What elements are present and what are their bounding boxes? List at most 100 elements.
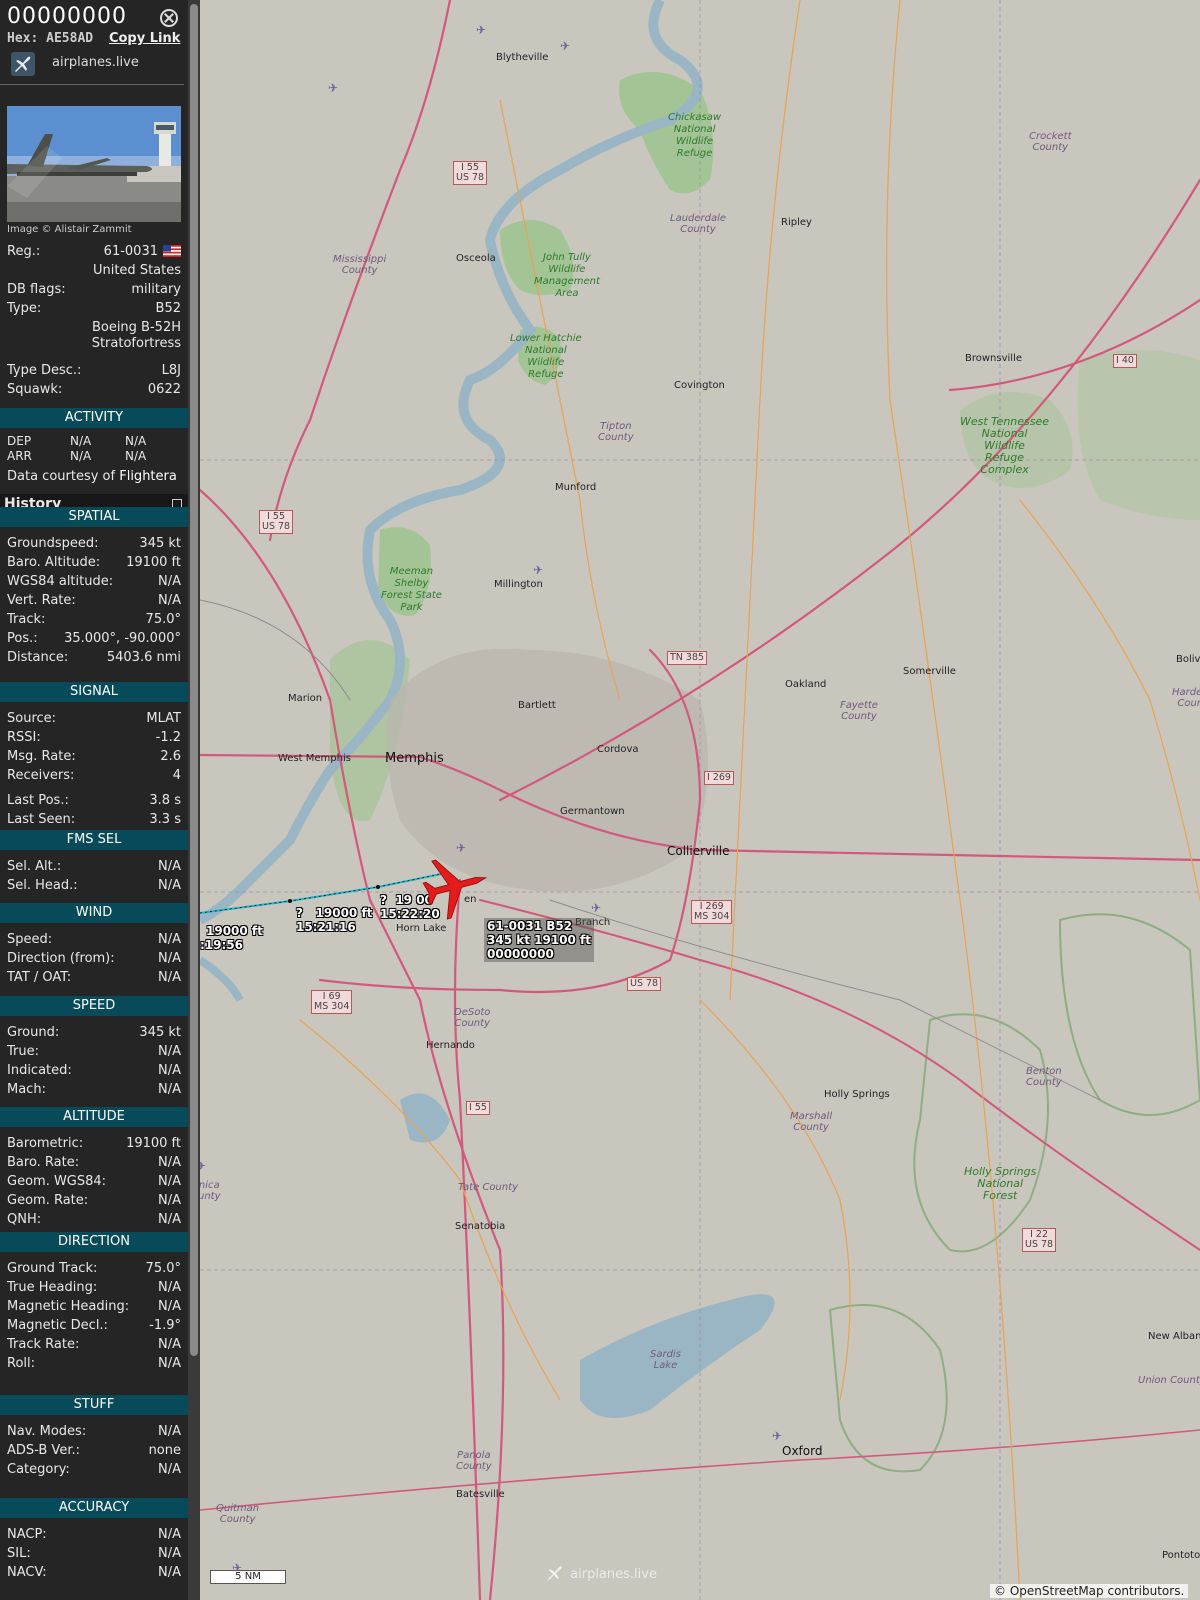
- place-oxford: Oxford: [782, 1444, 823, 1458]
- county-union: Union County: [1138, 1375, 1200, 1386]
- county-marshall: Marshall County: [790, 1111, 833, 1133]
- county-tate: Tate County: [458, 1182, 519, 1193]
- aircraft-info-panel: 00000000 Hex: AE58AD Copy Link airplanes…: [0, 0, 188, 1600]
- spatial-value: 345 kt: [139, 536, 181, 551]
- direction-row: Ground Track: 75.0°: [7, 1261, 181, 1279]
- signal-label: Last Pos.:: [7, 793, 69, 808]
- place-somerville: Somerville: [903, 666, 956, 677]
- section-header-accuracy[interactable]: ACCURACY: [0, 1498, 188, 1518]
- country-row: United States: [7, 263, 181, 281]
- speed-row: Mach: N/A: [7, 1082, 181, 1100]
- us-flag-icon: [163, 245, 181, 257]
- direction-label: Roll:: [7, 1356, 36, 1371]
- spatial-value: 75.0°: [145, 612, 181, 627]
- hex-label: Hex:: [7, 31, 39, 46]
- accuracy-row: NACP: N/A: [7, 1527, 181, 1545]
- scrollbar-thumb[interactable]: [190, 4, 198, 1356]
- flightera-link[interactable]: Flightera: [119, 469, 177, 484]
- section-header-signal[interactable]: SIGNAL: [0, 682, 188, 702]
- speed-row: Ground: 345 kt: [7, 1025, 181, 1043]
- place-germantown: Germantown: [560, 806, 625, 817]
- svg-text:✈: ✈: [591, 901, 601, 915]
- squawk-value: 0622: [147, 382, 181, 397]
- data-courtesy: Data courtesy of Flightera: [7, 469, 181, 487]
- section-header-stuff[interactable]: STUFF: [0, 1395, 188, 1415]
- section-header-fms[interactable]: FMS SEL: [0, 830, 188, 850]
- shield-i269-ms304: I 269 MS 304: [691, 900, 733, 924]
- section-header-direction[interactable]: DIRECTION: [0, 1232, 188, 1252]
- place-millington: Millington: [494, 579, 543, 590]
- signal-label: Last Seen:: [7, 812, 76, 827]
- sidebar-scrollbar[interactable]: [188, 0, 200, 1600]
- county-quitman: Quitman County: [216, 1503, 260, 1525]
- shield-i40: I 40: [1113, 354, 1137, 368]
- county-benton: Benton County: [1026, 1066, 1062, 1088]
- signal-row: Source: MLAT: [7, 711, 181, 729]
- spatial-value: N/A: [158, 593, 181, 608]
- type-value: B52: [155, 301, 181, 316]
- shield-i55-us78-west: I 55 US 78: [259, 510, 294, 534]
- direction-label: Track Rate:: [7, 1337, 80, 1352]
- aircraft-b52-icon[interactable]: [420, 851, 490, 921]
- direction-row: True Heading: N/A: [7, 1280, 181, 1298]
- direction-value: N/A: [158, 1356, 181, 1371]
- county-hardeman: HardenCoun: [1172, 687, 1200, 709]
- place-bartlett: Bartlett: [518, 700, 556, 711]
- svg-text:✈: ✈: [772, 1429, 782, 1443]
- speed-row: Indicated: N/A: [7, 1063, 181, 1081]
- section-header-activity[interactable]: ACTIVITY: [0, 408, 188, 428]
- copy-link-button[interactable]: Copy Link: [109, 31, 180, 46]
- typedesc-value: L8J: [161, 363, 181, 378]
- stuff-label: Category:: [7, 1462, 70, 1477]
- brand-link[interactable]: airplanes.live: [7, 50, 179, 76]
- section-header-wind[interactable]: WIND: [0, 903, 188, 923]
- map-attribution[interactable]: © OpenStreetMap contributors.: [990, 1584, 1189, 1598]
- squawk-label: Squawk:: [7, 382, 63, 397]
- section-header-speed[interactable]: SPEED: [0, 996, 188, 1016]
- spatial-row: Pos.: 35.000°, -90.000°: [7, 631, 181, 649]
- place-memphis: Memphis: [385, 751, 444, 766]
- dbflags-label: DB flags:: [7, 282, 66, 297]
- wind-label: TAT / OAT:: [7, 970, 72, 985]
- arr-value-2: N/A: [125, 449, 147, 463]
- signal-label: Receivers:: [7, 768, 75, 783]
- altitude-value: N/A: [158, 1155, 181, 1170]
- accuracy-label: NACP:: [7, 1527, 47, 1542]
- park-holly-springs-nf: Holly Springs National Forest: [964, 1165, 1037, 1202]
- speed-value: N/A: [158, 1044, 181, 1059]
- fms-value: N/A: [158, 878, 181, 893]
- altitude-label: Geom. Rate:: [7, 1193, 89, 1208]
- accuracy-value: N/A: [158, 1546, 181, 1561]
- altitude-label: Barometric:: [7, 1136, 84, 1151]
- park-tully: John Tully Wildlife Management Area: [534, 252, 600, 299]
- wind-value: N/A: [158, 970, 181, 985]
- spatial-row: Vert. Rate: N/A: [7, 593, 181, 611]
- signal-value: 2.6: [160, 749, 181, 764]
- place-cordova: Cordova: [597, 744, 639, 755]
- shield-us78-south: US 78: [627, 977, 662, 991]
- scale-bar: 5 NM: [210, 1570, 286, 1584]
- map-view[interactable]: ✈ ✈ ✈ ✈ ✈ ✈ ✈ ✈ ✈ Blytheville Osceola Ripley C…: [200, 0, 1200, 1600]
- county-tunica: nica unty: [200, 1180, 221, 1202]
- aircraft-label[interactable]: 61-0031 B52 345 kt 19100 ft 00000000: [484, 918, 595, 962]
- direction-value: N/A: [158, 1280, 181, 1295]
- accuracy-value: N/A: [158, 1527, 181, 1542]
- speed-value: N/A: [158, 1082, 181, 1097]
- brand-name: airplanes.live: [52, 55, 139, 70]
- fms-label: Sel. Head.:: [7, 878, 78, 893]
- aircraft-photo[interactable]: [7, 106, 181, 222]
- signal-row: Msg. Rate: 2.6: [7, 749, 181, 767]
- close-icon[interactable]: [160, 9, 178, 27]
- type-label: Type:: [7, 301, 42, 316]
- section-header-altitude[interactable]: ALTITUDE: [0, 1107, 188, 1127]
- signal-label: RSSI:: [7, 730, 41, 745]
- place-pontotoc: Pontoto: [1162, 1550, 1200, 1561]
- spatial-label: Pos.:: [7, 631, 38, 646]
- place-senatobia: Senatobia: [455, 1221, 506, 1232]
- altitude-value: N/A: [158, 1193, 181, 1208]
- fms-value: N/A: [158, 859, 181, 874]
- wind-row: Speed: N/A: [7, 932, 181, 950]
- section-header-spatial[interactable]: SPATIAL: [0, 507, 188, 527]
- spatial-value: 19100 ft: [126, 555, 181, 570]
- altitude-row: QNH: N/A: [7, 1212, 181, 1230]
